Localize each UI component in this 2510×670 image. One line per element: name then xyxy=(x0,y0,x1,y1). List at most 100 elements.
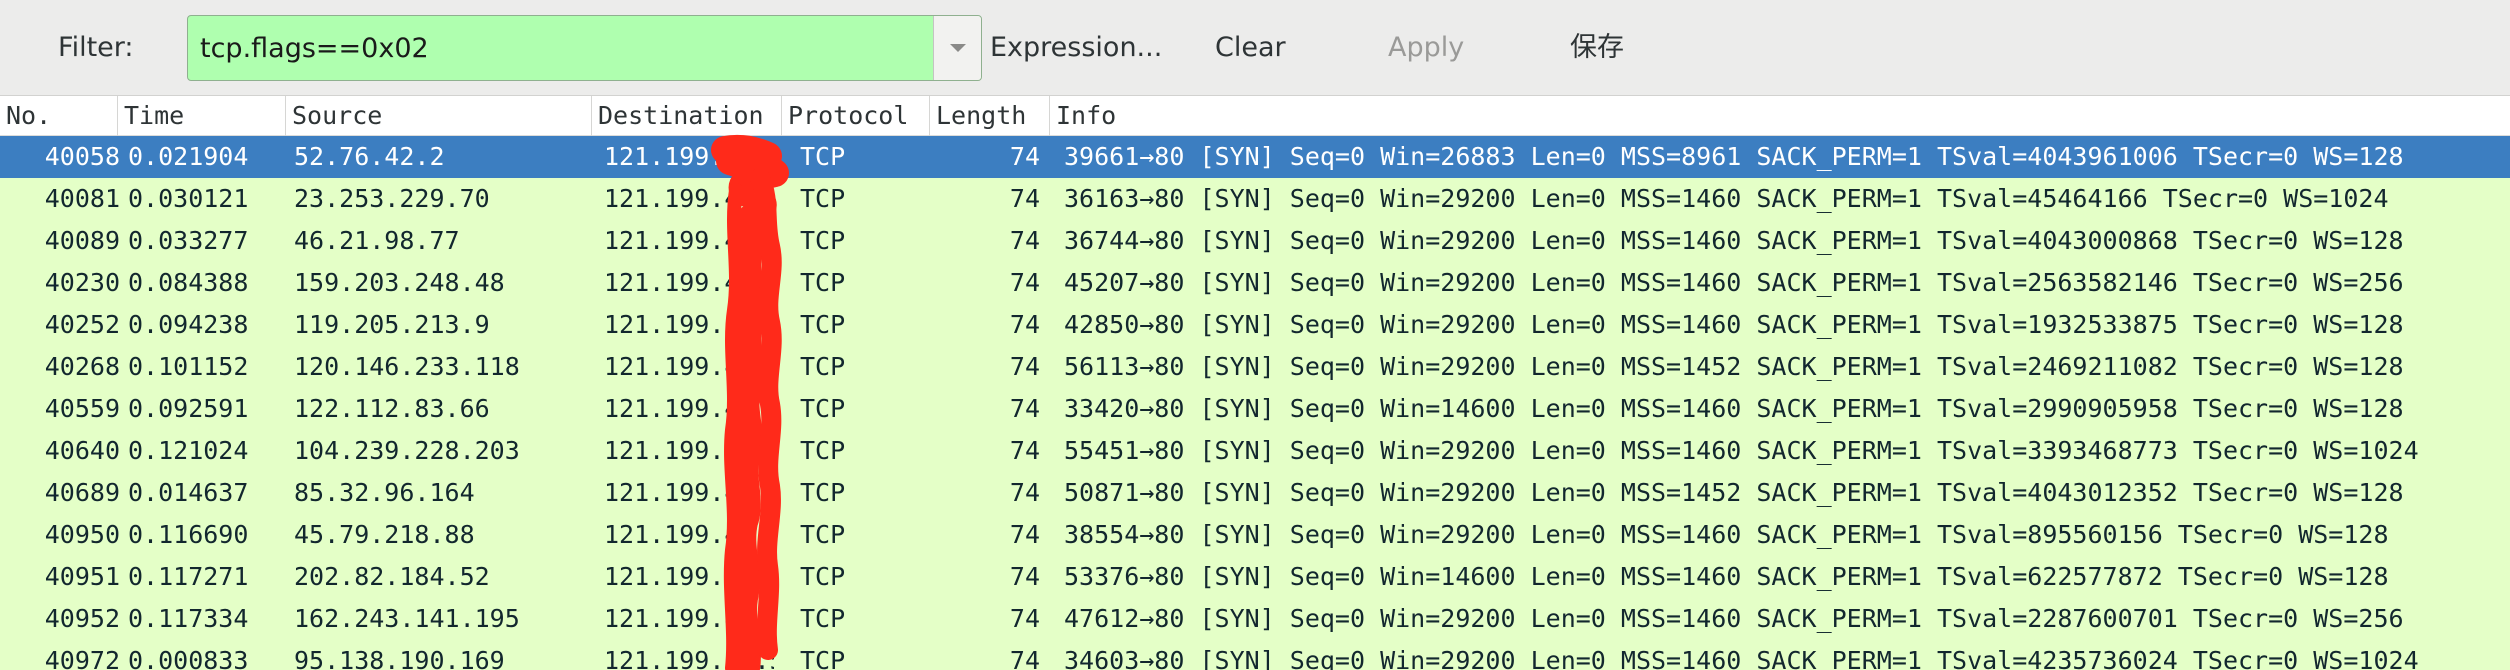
packet-destination-cell: 121.199.4 xyxy=(604,436,740,465)
wireshark-window: Filter: Expression... Clear Apply 保存 No.… xyxy=(0,0,2510,670)
packet-protocol-cell: TCP xyxy=(800,226,846,255)
packet-row[interactable]: 40230 0.084388 159.203.248.48 121.199.4 TCP 7… xyxy=(0,262,2510,304)
packet-source-cell: 46.21.98.77 xyxy=(294,226,460,255)
packet-row[interactable]: 40252 0.094238 119.205.213.9 121.199.4 TCP 74… xyxy=(0,304,2510,346)
packet-time-cell: 0.084388 xyxy=(128,268,249,297)
expression-button[interactable]: Expression... xyxy=(990,0,1162,96)
packet-info-cell: 33420→80 [SYN] Seq=0 Win=14600 Len=0 MSS… xyxy=(1064,394,2404,423)
packet-length-cell: 74 xyxy=(1009,562,1040,591)
packet-length-cell: 74 xyxy=(1009,436,1040,465)
packet-protocol-cell: TCP xyxy=(800,352,846,381)
column-header-no[interactable]: No. xyxy=(0,96,118,136)
packet-info-cell: 55451→80 [SYN] Seq=0 Win=29200 Len=0 MSS… xyxy=(1064,436,2419,465)
column-header-time[interactable]: Time xyxy=(118,96,286,136)
packet-protocol-cell: TCP xyxy=(800,268,846,297)
packet-time-cell: 0.094238 xyxy=(128,310,249,339)
packet-protocol-cell: TCP xyxy=(800,184,846,213)
packet-info-cell: 45207→80 [SYN] Seq=0 Win=29200 Len=0 MSS… xyxy=(1064,268,2404,297)
save-button[interactable]: 保存 xyxy=(1570,0,1624,96)
packet-source-cell: 95.138.190.169 xyxy=(294,646,505,670)
packet-protocol-cell: TCP xyxy=(800,436,846,465)
packet-destination-cell: 121.199.4 xyxy=(604,268,740,297)
column-header-length[interactable]: Length xyxy=(930,96,1050,136)
packet-destination-cell: 121.199.4 xyxy=(604,604,740,633)
clear-button[interactable]: Clear xyxy=(1215,0,1286,96)
packet-row[interactable]: 40058 0.021904 52.76.42.2 121.199. TCP 74 3966… xyxy=(0,136,2510,178)
packet-info-cell: 38554→80 [SYN] Seq=0 Win=29200 Len=0 MSS… xyxy=(1064,520,2389,549)
packet-protocol-cell: TCP xyxy=(800,478,846,507)
filter-input[interactable] xyxy=(188,16,928,80)
packet-source-cell: 120.146.233.118 xyxy=(294,352,520,381)
packet-source-cell: 104.239.228.203 xyxy=(294,436,520,465)
column-header-source[interactable]: Source xyxy=(286,96,592,136)
packet-time-cell: 0.117334 xyxy=(128,604,249,633)
packet-destination-cell: 121.199.4 xyxy=(604,352,740,381)
column-header-info[interactable]: Info xyxy=(1050,96,2510,136)
column-header-protocol[interactable]: Protocol xyxy=(782,96,930,136)
column-header-destination[interactable]: Destination xyxy=(592,96,782,136)
packet-length-cell: 74 xyxy=(1009,352,1040,381)
packet-source-cell: 119.205.213.9 xyxy=(294,310,490,339)
packet-no-cell: 40559 xyxy=(44,394,120,423)
packet-info-cell: 34603→80 [SYN] Seq=0 Win=29200 Len=0 MSS… xyxy=(1064,646,2419,670)
packet-destination-cell: 121.199.4 xyxy=(604,478,740,507)
packet-time-cell: 0.030121 xyxy=(128,184,249,213)
packet-time-cell: 0.033277 xyxy=(128,226,249,255)
packet-time-cell: 0.021904 xyxy=(128,142,249,171)
packet-info-cell: 50871→80 [SYN] Seq=0 Win=29200 Len=0 MSS… xyxy=(1064,478,2404,507)
packet-protocol-cell: TCP xyxy=(800,520,846,549)
packet-no-cell: 40058 xyxy=(44,142,120,171)
packet-row[interactable]: 40950 0.116690 45.79.218.88 121.199.4 TCP 74 3… xyxy=(0,514,2510,556)
packet-no-cell: 40951 xyxy=(44,562,120,591)
packet-row[interactable]: 40951 0.117271 202.82.184.52 121.199.4 TCP 74… xyxy=(0,556,2510,598)
packet-time-cell: 0.101152 xyxy=(128,352,249,381)
packet-no-cell: 40972 xyxy=(44,646,120,670)
packet-protocol-cell: TCP xyxy=(800,604,846,633)
packet-list-header: No. Time Source Destination Protocol Len… xyxy=(0,96,2510,136)
packet-row[interactable]: 40559 0.092591 122.112.83.66 121.199.4 TCP 74… xyxy=(0,388,2510,430)
packet-info-cell: 53376→80 [SYN] Seq=0 Win=14600 Len=0 MSS… xyxy=(1064,562,2389,591)
packet-time-cell: 0.014637 xyxy=(128,478,249,507)
packet-destination-cell: 121.199. xyxy=(604,142,725,171)
packet-list[interactable]: 40058 0.021904 52.76.42.2 121.199. TCP 74 3966… xyxy=(0,136,2510,670)
packet-no-cell: 40081 xyxy=(44,184,120,213)
packet-destination-cell: 121.199.4 xyxy=(604,520,740,549)
packet-info-cell: 36744→80 [SYN] Seq=0 Win=29200 Len=0 MSS… xyxy=(1064,226,2404,255)
packet-length-cell: 74 xyxy=(1009,478,1040,507)
packet-protocol-cell: TCP xyxy=(800,394,846,423)
packet-protocol-cell: TCP xyxy=(800,646,846,670)
packet-length-cell: 74 xyxy=(1009,142,1040,171)
packet-source-cell: 52.76.42.2 xyxy=(294,142,445,171)
packet-destination-cell: 121.199.4 .57 xyxy=(604,646,774,670)
packet-row[interactable]: 40089 0.033277 46.21.98.77 121.199.4 TCP 74 36… xyxy=(0,220,2510,262)
packet-no-cell: 40089 xyxy=(44,226,120,255)
packet-protocol-cell: TCP xyxy=(800,142,846,171)
packet-protocol-cell: TCP xyxy=(800,562,846,591)
apply-button[interactable]: Apply xyxy=(1388,0,1464,96)
packet-length-cell: 74 xyxy=(1009,604,1040,633)
packet-destination-cell: 121.199.4 xyxy=(604,310,740,339)
packet-destination-cell: 121.199.4 xyxy=(604,184,740,213)
packet-protocol-cell: TCP xyxy=(800,310,846,339)
packet-source-cell: 159.203.248.48 xyxy=(294,268,505,297)
filter-dropdown-button[interactable] xyxy=(933,16,981,80)
packet-row[interactable]: 40640 0.121024 104.239.228.203 121.199.4 TCP… xyxy=(0,430,2510,472)
filter-combobox[interactable] xyxy=(187,15,982,81)
packet-row[interactable]: 40952 0.117334 162.243.141.195 121.199.4 TCP… xyxy=(0,598,2510,640)
packet-destination-cell: 121.199.4 xyxy=(604,226,740,255)
packet-destination-cell: 121.199.4 xyxy=(604,394,740,423)
packet-no-cell: 40952 xyxy=(44,604,120,633)
packet-no-cell: 40252 xyxy=(44,310,120,339)
packet-time-cell: 0.121024 xyxy=(128,436,249,465)
packet-no-cell: 40950 xyxy=(44,520,120,549)
packet-destination-cell: 121.199.4 xyxy=(604,562,740,591)
packet-row[interactable]: 40268 0.101152 120.146.233.118 121.199.4 TCP… xyxy=(0,346,2510,388)
packet-row[interactable]: 40689 0.014637 85.32.96.164 121.199.4 TCP 74 5… xyxy=(0,472,2510,514)
packet-row[interactable]: 40081 0.030121 23.253.229.70 121.199.4 TCP 74… xyxy=(0,178,2510,220)
packet-no-cell: 40640 xyxy=(44,436,120,465)
chevron-down-icon xyxy=(950,44,966,52)
packet-length-cell: 74 xyxy=(1009,310,1040,339)
filter-label: Filter: xyxy=(58,32,134,63)
packet-row[interactable]: 40972 0.000833 95.138.190.169 121.199.4 .57… xyxy=(0,640,2510,670)
packet-info-cell: 42850→80 [SYN] Seq=0 Win=29200 Len=0 MSS… xyxy=(1064,310,2404,339)
